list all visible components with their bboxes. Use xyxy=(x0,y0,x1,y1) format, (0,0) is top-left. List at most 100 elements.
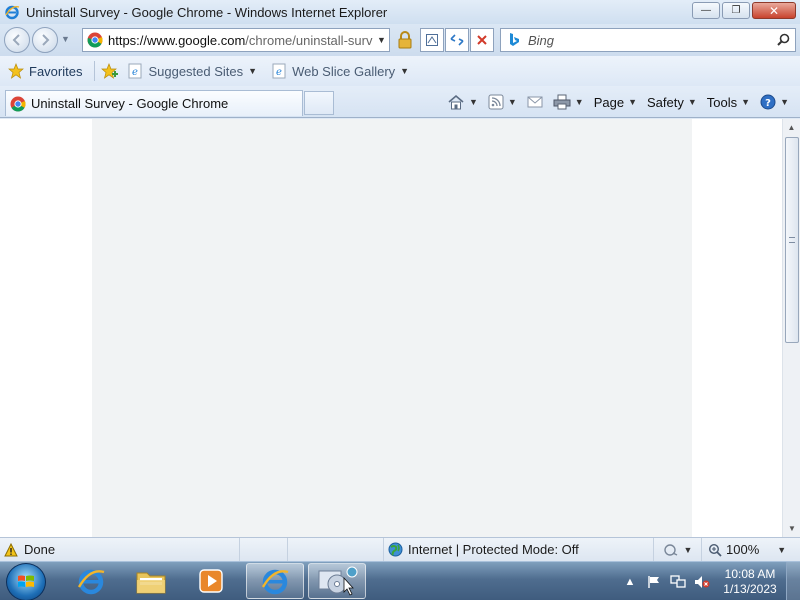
web-slice-gallery-link[interactable]: e Web Slice Gallery ▼ xyxy=(271,63,409,79)
help-menu[interactable]: ? ▼ xyxy=(757,94,792,110)
internet-explorer-icon xyxy=(261,569,289,595)
back-button[interactable] xyxy=(4,27,30,53)
show-hidden-icons-chevron-up-icon[interactable]: ▲ xyxy=(621,573,639,591)
page-chevron-down-icon: ▼ xyxy=(628,97,638,107)
status-text: Done xyxy=(24,542,56,557)
taskbar-internet-explorer-active[interactable] xyxy=(246,563,304,599)
ie-page-icon: e xyxy=(272,63,286,79)
clock-date: 1/13/2023 xyxy=(723,581,777,596)
chrome-favicon-icon xyxy=(87,32,103,48)
taskbar-internet-explorer-pinned[interactable] xyxy=(62,563,120,599)
survey-content-panel xyxy=(92,119,692,537)
suggested-sites-chevron-down-icon[interactable]: ▼ xyxy=(248,66,257,76)
zoom-level: 100% xyxy=(726,542,760,557)
start-button[interactable] xyxy=(6,563,46,600)
zoom-chevron-down-icon[interactable]: ▼ xyxy=(777,545,786,555)
status-bar: Done Internet | Protected Mode: Off ▼ 10… xyxy=(0,537,800,562)
mail-envelope-icon xyxy=(527,96,543,108)
search-placeholder: Bing xyxy=(528,32,555,48)
security-zone[interactable]: Internet | Protected Mode: Off xyxy=(384,537,654,562)
vertical-scrollbar[interactable]: ▲ ▼ xyxy=(782,119,800,537)
tools-menu[interactable]: Tools ▼ xyxy=(704,95,753,110)
folder-icon xyxy=(136,572,166,594)
refresh-button[interactable] xyxy=(445,28,469,52)
scrollbar-grip-icon xyxy=(789,237,795,243)
tab-row: Uninstall Survey - Google Chrome ▼ ▼ ▼ P… xyxy=(0,86,800,118)
globe-icon xyxy=(388,542,403,557)
security-lock-button[interactable] xyxy=(393,28,417,52)
lock-icon xyxy=(398,31,412,49)
close-button[interactable]: ✕ xyxy=(752,2,796,19)
favorites-bar: Favorites e Suggested Sites ▼ e Web Slic… xyxy=(0,56,800,86)
speaker-muted-icon xyxy=(695,575,710,588)
new-tab-button[interactable] xyxy=(304,91,334,115)
suggested-sites-link[interactable]: e Suggested Sites ▼ xyxy=(127,63,257,79)
warning-triangle-icon xyxy=(4,542,18,556)
print-chevron-down-icon[interactable]: ▼ xyxy=(575,97,584,107)
taskbar-windows-explorer[interactable] xyxy=(122,563,180,599)
search-button[interactable] xyxy=(771,33,795,47)
minimize-button[interactable]: — xyxy=(692,2,720,19)
feeds-button[interactable]: ▼ xyxy=(485,94,520,110)
tab-label: Uninstall Survey - Google Chrome xyxy=(31,96,229,111)
maximize-icon: ❐ xyxy=(731,5,741,16)
page-menu-label: Page xyxy=(593,94,625,110)
system-clock[interactable]: 10:08 AM 1/13/2023 xyxy=(714,567,786,597)
address-bar[interactable]: https://www.google.com/chrome/uninstall-… xyxy=(82,28,390,52)
taskbar-setup-program[interactable] xyxy=(308,563,366,599)
network-monitor-icon xyxy=(670,574,686,588)
add-to-favorites-bar-button[interactable] xyxy=(101,63,119,79)
recent-pages-chevron-down-icon[interactable]: ▼ xyxy=(61,34,70,44)
svg-text:e: e xyxy=(133,67,139,78)
suggested-sites-label: Suggested Sites xyxy=(148,63,244,79)
privacy-chevron-down-icon[interactable]: ▼ xyxy=(684,545,693,555)
scroll-up-arrow-icon[interactable]: ▲ xyxy=(783,119,800,136)
zoom-control[interactable]: 100% ▼ xyxy=(702,538,786,562)
home-chevron-down-icon[interactable]: ▼ xyxy=(469,97,478,107)
svg-text:?: ? xyxy=(765,98,771,109)
scroll-down-arrow-icon[interactable]: ▼ xyxy=(783,520,800,537)
page-content-area[interactable] xyxy=(0,119,782,537)
tools-menu-label: Tools xyxy=(706,94,738,110)
maximize-button[interactable]: ❐ xyxy=(722,2,750,19)
web-slice-gallery-label: Web Slice Gallery xyxy=(292,63,396,79)
page-menu[interactable]: Page ▼ xyxy=(591,95,640,110)
address-dropdown-chevron-down-icon[interactable]: ▼ xyxy=(377,35,386,45)
status-empty-segment xyxy=(240,537,288,562)
network-icon[interactable] xyxy=(669,573,687,591)
show-desktop-button[interactable] xyxy=(786,562,800,600)
status-segment: Done xyxy=(0,537,240,562)
zoom-magnifier-icon xyxy=(708,543,722,557)
refresh-icon xyxy=(450,34,464,46)
home-button[interactable]: ▼ xyxy=(444,94,481,110)
add-favorite-star-icon xyxy=(101,63,119,79)
feeds-chevron-down-icon[interactable]: ▼ xyxy=(508,97,517,107)
action-center-flag-icon[interactable] xyxy=(645,573,663,591)
scrollbar-thumb[interactable] xyxy=(785,137,799,343)
chrome-favicon-icon xyxy=(10,96,26,112)
printer-icon xyxy=(553,94,571,110)
svg-text:e: e xyxy=(276,67,282,78)
tab-uninstall-survey[interactable]: Uninstall Survey - Google Chrome xyxy=(5,90,303,116)
compatibility-view-button[interactable] xyxy=(420,28,444,52)
taskbar-media-player[interactable] xyxy=(182,563,240,599)
url-text[interactable]: https://www.google.com/chrome/uninstall-… xyxy=(108,33,373,48)
safety-menu[interactable]: Safety ▼ xyxy=(644,95,700,110)
read-mail-button[interactable] xyxy=(524,96,546,108)
search-box[interactable]: Bing xyxy=(500,28,796,52)
print-button[interactable]: ▼ xyxy=(550,94,587,110)
popup-blocker-segment[interactable]: ▼ xyxy=(654,537,702,562)
volume-muted-icon[interactable] xyxy=(693,573,711,591)
forward-button[interactable] xyxy=(32,27,58,53)
window-title: Uninstall Survey - Google Chrome - Windo… xyxy=(26,4,388,20)
stop-button[interactable] xyxy=(470,28,494,52)
help-question-icon: ? xyxy=(760,94,776,110)
web-slice-gallery-chevron-down-icon[interactable]: ▼ xyxy=(400,66,409,76)
windows-logo-icon xyxy=(18,575,34,587)
navigation-bar: ▼ https://www.google.com/chrome/uninstal… xyxy=(0,24,800,56)
safety-menu-label: Safety xyxy=(647,94,684,110)
compatibility-view-icon xyxy=(426,34,438,46)
forward-arrow-icon xyxy=(42,34,50,46)
favorites-button[interactable]: Favorites xyxy=(8,63,82,79)
flag-icon xyxy=(648,575,659,588)
